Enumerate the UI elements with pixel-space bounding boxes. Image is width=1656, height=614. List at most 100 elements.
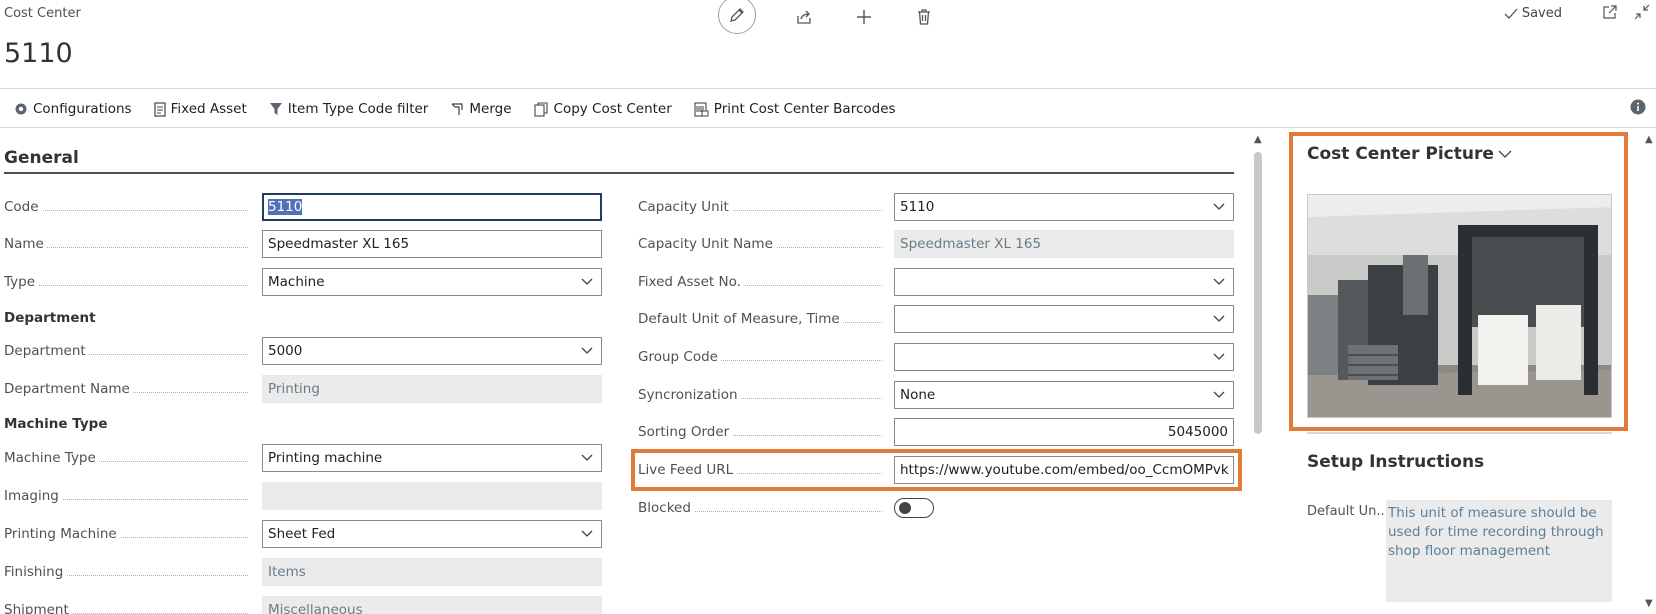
name-label: Name — [4, 236, 47, 252]
section-general-title[interactable]: General — [4, 148, 79, 168]
configurations-action[interactable]: Configurations — [14, 101, 132, 117]
share-button[interactable] — [792, 5, 816, 29]
open-new-window-icon[interactable] — [1602, 4, 1618, 20]
sorting-order-label: Sorting Order — [638, 424, 733, 440]
capacity-unit-select[interactable]: 5110 — [894, 193, 1234, 221]
setup-instructions-value: This unit of measure should be used for … — [1386, 500, 1612, 602]
content-scrollbar[interactable] — [1254, 152, 1262, 434]
capacity-unit-name-field: Capacity Unit Name Speedmaster XL 165 — [638, 230, 1234, 258]
printing-machine-select[interactable]: Sheet Fed — [262, 520, 602, 548]
group-code-select[interactable] — [894, 343, 1234, 371]
shipment-label: Shipment — [4, 602, 72, 614]
cost-center-picture[interactable] — [1307, 194, 1612, 418]
printing-machine-label: Printing Machine — [4, 526, 120, 542]
setup-instructions-title[interactable]: Setup Instructions — [1307, 452, 1484, 472]
default-uom-time-label: Default Unit of Measure, Time — [638, 311, 843, 327]
type-label: Type — [4, 274, 39, 290]
code-label: Code — [4, 199, 42, 215]
live-feed-url-field: Live Feed URL https://www.youtube.com/em… — [638, 456, 1234, 484]
chevron-down-icon — [581, 278, 593, 285]
department-select[interactable]: 5000 — [262, 337, 602, 365]
syncronization-select[interactable]: None — [894, 381, 1234, 409]
live-feed-url-label: Live Feed URL — [638, 462, 737, 478]
fixed-asset-no-label: Fixed Asset No. — [638, 274, 744, 290]
window-buttons — [1602, 4, 1650, 20]
sorting-order-input[interactable]: 5045000 — [894, 418, 1234, 446]
fixed-asset-action[interactable]: Fixed Asset — [153, 101, 247, 117]
edit-button[interactable] — [718, 0, 756, 34]
factbox-separator — [1307, 432, 1612, 434]
copy-cost-center-action[interactable]: Copy Cost Center — [533, 101, 672, 117]
department-group-heading: Department — [4, 310, 96, 326]
item-type-code-filter-action[interactable]: Item Type Code filter — [269, 101, 428, 117]
delete-button[interactable] — [912, 5, 936, 29]
chevron-down-icon — [581, 454, 593, 461]
merge-action[interactable]: Merge — [450, 101, 512, 117]
saved-label: Saved — [1521, 6, 1562, 21]
type-select[interactable]: Machine — [262, 268, 602, 296]
toggle-knob — [899, 502, 911, 514]
share-icon — [797, 10, 811, 24]
department-name-field: Department Name Printing — [4, 375, 602, 403]
chevron-down-icon — [1213, 353, 1225, 360]
fixed-asset-no-select[interactable] — [894, 268, 1234, 296]
factbox-scroll-down-arrow[interactable]: ▼ — [1645, 598, 1653, 609]
saved-status: Saved — [1504, 6, 1562, 21]
action-bar: Configurations Fixed Asset Item Type Cod… — [14, 98, 918, 120]
name-input[interactable]: Speedmaster XL 165 — [262, 230, 602, 258]
default-uom-time-select[interactable] — [894, 305, 1234, 333]
finishing-label: Finishing — [4, 564, 67, 580]
chevron-down-icon — [1213, 278, 1225, 285]
machine-type-label: Machine Type — [4, 450, 99, 466]
shipment-value: Miscellaneous — [262, 596, 602, 614]
capacity-unit-label: Capacity Unit — [638, 199, 732, 215]
copy-icon — [533, 101, 548, 117]
cost-center-picture-title[interactable]: Cost Center Picture — [1307, 144, 1512, 164]
machine-type-select[interactable]: Printing machine — [262, 444, 602, 472]
machine-type-group-heading: Machine Type — [4, 416, 108, 432]
capacity-unit-field: Capacity Unit 5110 — [638, 193, 1234, 221]
pencil-icon — [730, 8, 744, 22]
syncronization-label: Syncronization — [638, 387, 741, 403]
code-input[interactable]: 5110 — [262, 193, 602, 221]
machine-type-field: Machine Type Printing machine — [4, 444, 602, 472]
printing-machine-field: Printing Machine Sheet Fed — [4, 520, 602, 548]
header-divider — [0, 88, 1656, 89]
department-label: Department — [4, 343, 89, 359]
collapse-icon[interactable] — [1634, 4, 1650, 20]
chevron-down-icon — [581, 347, 593, 354]
imaging-value — [262, 482, 602, 510]
type-field: Type Machine — [4, 268, 602, 296]
scroll-up-arrow[interactable]: ▲ — [1254, 134, 1262, 145]
printing-machine-photo — [1308, 195, 1611, 417]
name-field: Name Speedmaster XL 165 — [4, 230, 602, 258]
department-name-label: Department Name — [4, 381, 133, 397]
shipment-field: Shipment Miscellaneous — [4, 596, 602, 614]
department-name-value: Printing — [262, 375, 602, 403]
code-field: Code 5110 — [4, 193, 602, 221]
info-icon — [1630, 99, 1646, 115]
new-button[interactable] — [852, 5, 876, 29]
fixed-asset-no-field: Fixed Asset No. — [638, 268, 1234, 296]
print-barcodes-action[interactable]: Print Cost Center Barcodes — [694, 101, 896, 117]
factbox-scroll-up-arrow[interactable]: ▲ — [1645, 134, 1653, 145]
capacity-unit-name-label: Capacity Unit Name — [638, 236, 776, 252]
info-button[interactable] — [1630, 99, 1646, 119]
page-caption: Cost Center — [4, 6, 81, 21]
blocked-toggle[interactable] — [894, 498, 934, 518]
live-feed-url-input[interactable]: https://www.youtube.com/embed/oo_CcmOMPv… — [894, 456, 1234, 484]
plus-icon — [857, 10, 871, 24]
department-field: Department 5000 — [4, 337, 602, 365]
document-icon — [153, 101, 166, 117]
checkmark-icon — [1504, 8, 1518, 19]
actionbar-divider — [0, 127, 1656, 128]
group-code-field: Group Code — [638, 343, 1234, 371]
chevron-down-icon — [581, 530, 593, 537]
group-code-label: Group Code — [638, 349, 721, 365]
chevron-down-icon — [1213, 315, 1225, 322]
capacity-unit-name-value: Speedmaster XL 165 — [894, 230, 1234, 258]
section-general-underline — [4, 172, 1234, 174]
setup-instructions-label: Default Un... — [1307, 504, 1389, 519]
blocked-field: Blocked — [638, 494, 1234, 522]
chevron-down-icon — [1498, 150, 1512, 158]
